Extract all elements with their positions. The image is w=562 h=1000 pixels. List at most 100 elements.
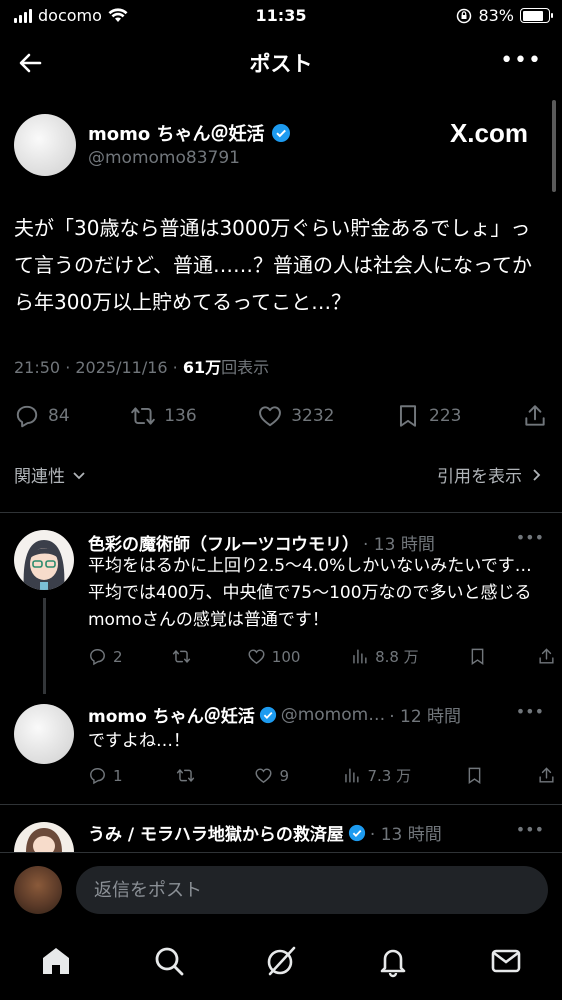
bookmark-button[interactable] [465,766,484,785]
share-button[interactable] [522,403,548,429]
sort-label: 関連性 [14,467,65,487]
post-meta: 21:50 · 2025/11/16 · 61万回表示 [14,354,269,378]
reply-author-row[interactable]: momo ちゃん＠妊活 @momom… · 12 時間 [88,702,462,728]
share-icon [539,648,554,664]
reply-author-row[interactable]: うみ / モラハラ地獄からの救済屋 · 13 時間 [88,820,442,845]
reply-avatar[interactable] [14,704,74,764]
post-time: 21:50 · 2025/11/16 · [14,358,183,377]
reply-text: 平均をはるかに上回り2.5〜4.0%しかいないみたいです…平均では400万、中央… [88,556,532,630]
share-icon [539,767,554,783]
like-count: 100 [271,647,301,666]
reply-avatar[interactable] [14,530,74,590]
top-navigation: ポスト ••• [0,36,562,92]
bookmark-button[interactable]: 223 [395,403,461,429]
reply-text: ですよね…！ [88,731,190,751]
reply-button[interactable]: 2 [88,647,123,666]
repost-count: 136 [164,406,197,426]
verified-badge-icon [271,124,290,142]
repost-icon [176,769,195,782]
reply-button[interactable]: 1 [88,766,123,785]
view-count: 7.3 万 [367,767,412,785]
repost-icon [131,407,155,425]
reply-actions: 1 9 7.3 万 [88,765,556,786]
repost-button[interactable]: 136 [130,403,197,429]
author-avatar[interactable] [14,114,76,176]
reply-actions: 2 100 8.8 万 [88,646,556,667]
reply-author-name[interactable]: 色彩の魔術師（フルーツコウモリ） [88,530,359,555]
notifications-icon[interactable] [376,944,410,978]
reply-time: · 13 時間 [369,825,442,845]
reply-handle[interactable]: @momom… [281,705,385,725]
author-name[interactable]: momo ちゃん＠妊活 [88,120,265,146]
like-button[interactable]: 3232 [257,403,334,429]
messages-icon[interactable] [489,944,523,978]
reply-more-icon[interactable]: ••• [516,702,544,721]
bookmark-icon [399,405,417,427]
reply-input[interactable] [76,866,548,914]
reply-more-icon[interactable]: ••• [516,820,544,839]
share-button[interactable] [537,647,556,666]
views-button[interactable]: 8.8 万 [350,646,419,667]
like-count: 9 [279,766,289,785]
avatar-image [26,828,62,852]
reply-icon [90,649,105,666]
home-icon[interactable] [39,944,73,978]
page-title: ポスト [249,52,313,76]
thread-connector [43,598,46,694]
battery-percent: 83% [478,6,514,25]
status-bar: docomo 11:35 83% [0,0,562,32]
reply-count: 84 [48,406,70,426]
reply-author-name[interactable]: momo ちゃん＠妊活 [88,702,255,727]
reply-time: · 12 時間 [389,707,462,727]
reply-time: · 13 時間 [362,535,435,555]
chevron-right-icon [533,468,541,481]
author-handle[interactable]: @momomo83791 [88,148,240,168]
views-button[interactable]: 7.3 万 [342,765,411,786]
analytics-icon [345,768,359,783]
anime-avatar-image [14,530,74,590]
share-icon [525,405,545,426]
sort-relevance-button[interactable]: 関連性 [14,462,87,487]
repost-icon [173,650,191,663]
bottom-tab-bar [0,928,562,1000]
like-count: 3232 [291,406,335,426]
quotes-label: 引用を表示 [437,467,522,487]
reply-more-icon[interactable]: ••• [516,528,544,547]
current-user-avatar[interactable] [14,866,62,914]
heart-icon [255,768,272,784]
divider [0,512,562,513]
like-button[interactable]: 9 [254,766,289,785]
post-actions: 84 136 3232 223 [14,398,548,434]
more-options-icon[interactable]: ••• [500,48,542,73]
analytics-icon [353,649,367,664]
orientation-lock-icon [457,8,472,23]
reply-icon [16,405,38,428]
verified-badge-icon [348,824,365,841]
post-text: 夫が「30歳なら普通は3000万ぐらい貯金あるでしょ」って言うのだけど、普通……… [14,216,532,314]
repost-button[interactable] [176,766,201,785]
scrollbar[interactable] [552,100,556,192]
bookmark-count: 223 [429,406,462,426]
bookmark-button[interactable] [468,647,487,666]
xcom-badge: X.com [449,118,528,148]
reply-count: 2 [113,647,123,666]
battery-icon [520,8,553,23]
reply-author-row[interactable]: 色彩の魔術師（フルーツコウモリ） · 13 時間 [88,530,435,555]
author-name-row[interactable]: momo ちゃん＠妊活 [88,120,291,146]
reply-button[interactable]: 84 [14,403,70,429]
repost-button[interactable] [172,647,197,666]
chevron-down-icon [73,471,85,479]
reply-count: 1 [113,766,123,785]
reply-icon [90,768,105,785]
reply-avatar[interactable] [14,822,74,852]
view-count: 8.8 万 [375,648,419,666]
reply-author-name[interactable]: うみ / モラハラ地獄からの救済屋 [88,820,344,845]
heart-icon [259,406,282,427]
share-button[interactable] [537,766,556,785]
heart-icon [248,649,265,665]
grok-icon[interactable] [264,944,298,978]
search-icon[interactable] [152,944,186,978]
divider [0,804,562,805]
view-quotes-button[interactable]: 引用を表示 [437,462,544,487]
like-button[interactable]: 100 [247,647,301,666]
